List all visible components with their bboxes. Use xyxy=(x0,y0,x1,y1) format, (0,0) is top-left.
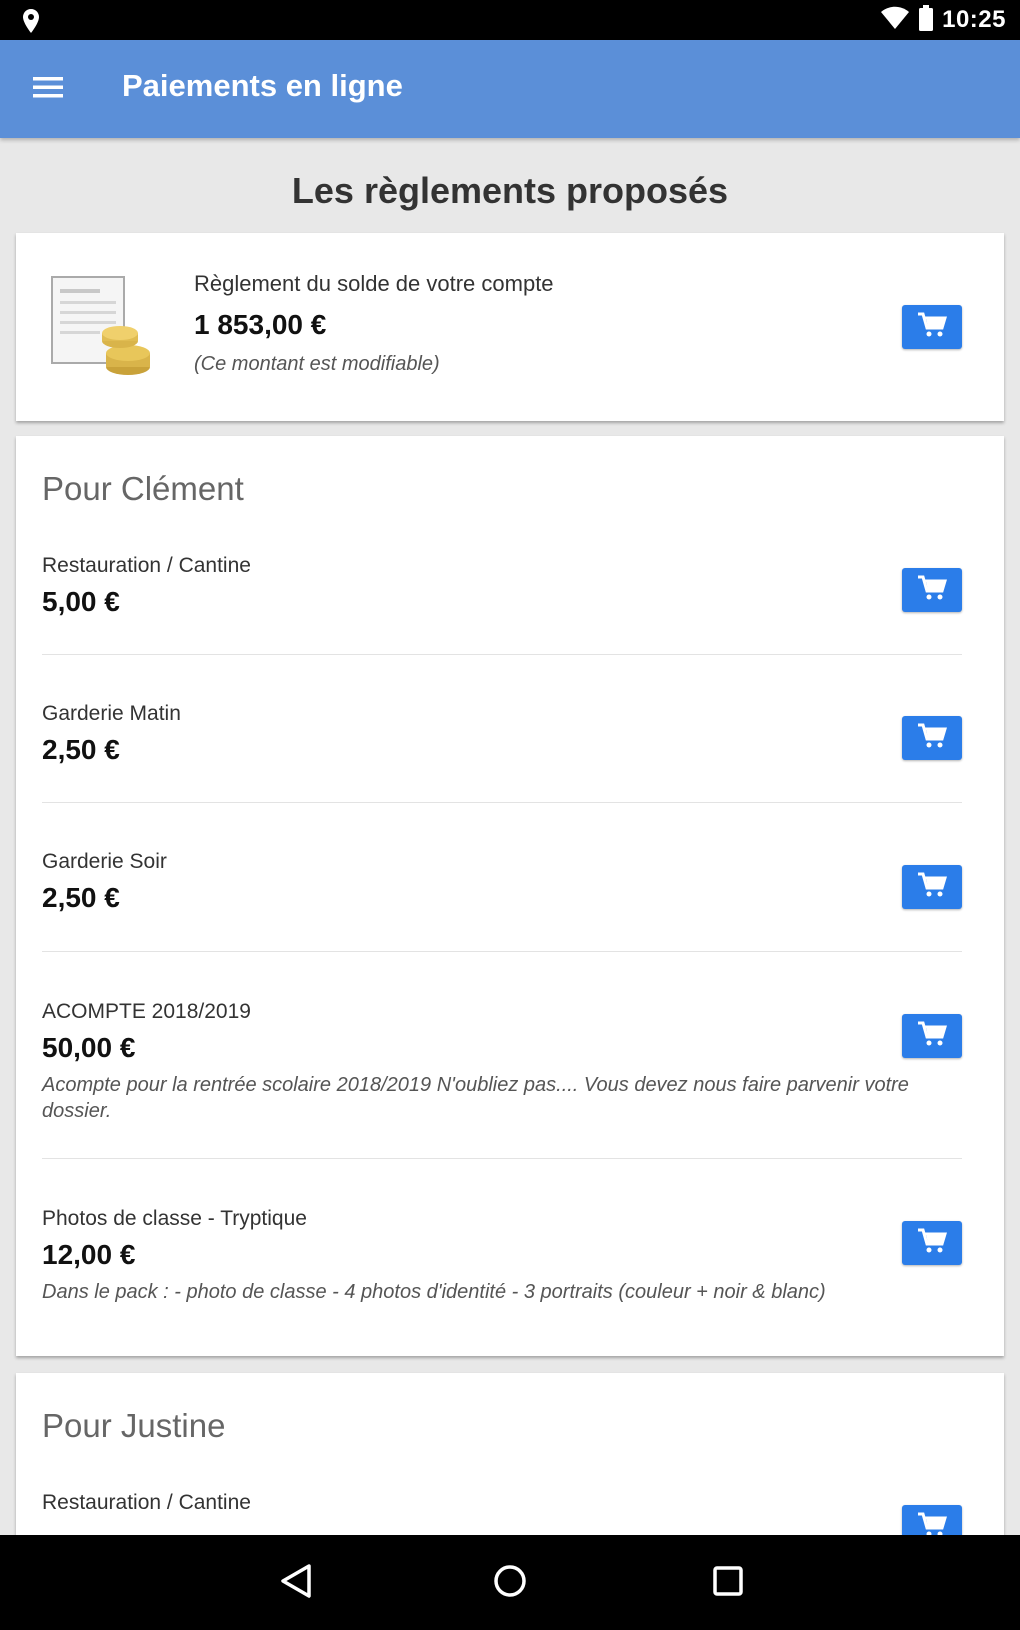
item-amount: 5,00 € xyxy=(42,586,120,617)
child-card-clement: Pour Clément Restauration / Cantine 5,00… xyxy=(16,436,1004,1356)
item-description: Acompte pour la rentrée scolaire 2018/20… xyxy=(42,1074,909,1122)
item-description: Dans le pack : - photo de classe - 4 pho… xyxy=(42,1281,826,1303)
pay-balance-button[interactable] xyxy=(902,305,962,349)
menu-icon xyxy=(33,75,63,104)
item-amount: 50,00 € xyxy=(42,1032,136,1063)
home-icon xyxy=(492,1563,528,1604)
child-name: Pour Clément xyxy=(42,470,244,507)
payment-item: Garderie Soir 2,50 € xyxy=(42,850,962,914)
home-button[interactable] xyxy=(484,1557,536,1609)
item-label: Restauration / Cantine xyxy=(42,1491,251,1514)
item-label: Garderie Soir xyxy=(42,850,167,873)
status-bar: 10:25 xyxy=(0,0,1020,40)
battery-icon xyxy=(918,4,934,36)
cart-icon xyxy=(917,723,948,754)
location-icon xyxy=(22,8,40,39)
divider xyxy=(42,1158,962,1159)
content-scroll-area[interactable]: Les règlements proposés Règlement du sol… xyxy=(0,138,1020,1535)
cart-icon xyxy=(917,872,948,903)
back-icon xyxy=(279,1563,313,1604)
balance-amount: 1 853,00 € xyxy=(194,309,327,340)
add-to-cart-button[interactable] xyxy=(902,568,962,612)
invoice-coins-icon xyxy=(46,273,156,383)
menu-button[interactable] xyxy=(22,63,74,115)
cart-icon xyxy=(917,1512,948,1535)
item-label: Garderie Matin xyxy=(42,702,181,725)
item-amount: 2,50 € xyxy=(42,882,120,913)
payment-item: Photos de classe - Tryptique 12,00 € Dan… xyxy=(42,1207,962,1305)
item-label: ACOMPTE 2018/2019 xyxy=(42,1000,251,1023)
balance-note: (Ce montant est modifiable) xyxy=(194,353,440,375)
add-to-cart-button[interactable] xyxy=(902,716,962,760)
payment-item: Restauration / Cantine xyxy=(42,1491,962,1515)
payment-item: Garderie Matin 2,50 € xyxy=(42,702,962,766)
item-amount: 12,00 € xyxy=(42,1239,136,1270)
add-to-cart-button[interactable] xyxy=(902,1505,962,1535)
app-title: Paiements en ligne xyxy=(122,68,403,103)
wifi-icon xyxy=(880,6,910,35)
cart-icon xyxy=(917,575,948,606)
cart-icon xyxy=(917,1021,948,1052)
balance-text: Règlement du solde de votre compte 1 853… xyxy=(194,271,554,376)
payment-item: ACOMPTE 2018/2019 50,00 € Acompte pour l… xyxy=(42,1000,962,1124)
balance-card: Règlement du solde de votre compte 1 853… xyxy=(16,233,1004,421)
back-button[interactable] xyxy=(270,1557,322,1609)
item-label: Restauration / Cantine xyxy=(42,554,251,577)
app-bar: Paiements en ligne xyxy=(0,40,1020,138)
child-name: Pour Justine xyxy=(42,1407,226,1444)
item-label: Photos de classe - Tryptique xyxy=(42,1207,307,1230)
page-title: Les règlements proposés xyxy=(291,170,729,211)
add-to-cart-button[interactable] xyxy=(902,865,962,909)
recents-icon xyxy=(711,1564,745,1603)
recents-button[interactable] xyxy=(702,1557,754,1609)
child-card-justine: Pour Justine Restauration / Cantine xyxy=(16,1373,1004,1535)
divider xyxy=(42,951,962,952)
balance-label: Règlement du solde de votre compte xyxy=(194,271,554,296)
payment-item: Restauration / Cantine 5,00 € xyxy=(42,554,962,618)
cart-icon xyxy=(917,312,948,343)
add-to-cart-button[interactable] xyxy=(902,1221,962,1265)
item-amount: 2,50 € xyxy=(42,734,120,765)
status-time: 10:25 xyxy=(942,6,1006,33)
divider xyxy=(42,654,962,655)
navigation-bar xyxy=(0,1535,1020,1630)
cart-icon xyxy=(917,1228,948,1259)
divider xyxy=(42,802,962,803)
add-to-cart-button[interactable] xyxy=(902,1014,962,1058)
